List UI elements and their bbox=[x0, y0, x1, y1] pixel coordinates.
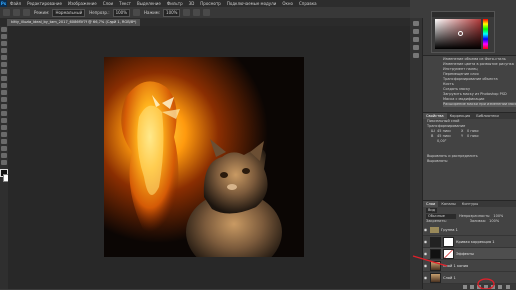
path-select-tool-icon[interactable] bbox=[1, 139, 7, 144]
brush-tool-icon[interactable] bbox=[3, 9, 10, 16]
eraser-tool-icon[interactable] bbox=[1, 97, 7, 102]
layer-row-group[interactable]: ◉ Группа 1 bbox=[423, 224, 516, 236]
menu-select[interactable]: Выделение bbox=[134, 0, 164, 7]
type-tool-icon[interactable] bbox=[1, 132, 7, 137]
healing-tool-icon[interactable] bbox=[1, 69, 7, 74]
history-panel: Изменение объема из Фото-стиль Изменение… bbox=[423, 55, 516, 113]
document-tab[interactable]: kitty_illuzia_ideal_by_tam_2017_6086f5f7… bbox=[7, 19, 141, 26]
properties-panel: Свойства Коррекция Библиотеки Пиксельный… bbox=[423, 112, 516, 201]
history-item-selected[interactable]: Расширение маски при изменении маски bbox=[443, 102, 516, 107]
eye-icon[interactable]: ◉ bbox=[423, 227, 428, 232]
eyedropper-tool-icon[interactable] bbox=[1, 62, 7, 67]
flow-input[interactable]: 100% bbox=[163, 8, 181, 17]
red-annotation-overlay bbox=[412, 255, 495, 289]
shape-tool-icon[interactable] bbox=[1, 146, 7, 151]
blur-tool-icon[interactable] bbox=[1, 111, 7, 116]
annotation-circle bbox=[477, 278, 495, 289]
opacity-label: Непрозр.: bbox=[89, 10, 110, 15]
menu-3d[interactable]: 3D bbox=[186, 0, 198, 7]
layer-filter-select[interactable]: Вид bbox=[426, 208, 438, 213]
lock-label: Закрепить: bbox=[426, 219, 447, 223]
color-picker-handle[interactable] bbox=[458, 31, 463, 36]
marquee-tool-icon[interactable] bbox=[1, 34, 7, 39]
layer-name: Группа 1 bbox=[441, 227, 458, 232]
properties-panel-icon[interactable] bbox=[413, 29, 419, 34]
hue-slider[interactable] bbox=[483, 19, 488, 49]
tab-layers[interactable]: Слои bbox=[423, 201, 439, 207]
libraries-panel-icon[interactable] bbox=[413, 45, 419, 50]
angle-input[interactable]: 0,00° bbox=[423, 139, 516, 144]
annotation-arrow bbox=[412, 255, 448, 267]
menu-plugins[interactable]: Подключаемые модули bbox=[224, 0, 280, 7]
menu-file[interactable]: Файл bbox=[7, 0, 24, 7]
folder-icon bbox=[430, 226, 439, 233]
pressure-opacity-icon[interactable] bbox=[133, 9, 140, 16]
gradient-tool-icon[interactable] bbox=[1, 104, 7, 109]
symmetry-icon[interactable] bbox=[203, 9, 211, 16]
lasso-tool-icon[interactable] bbox=[1, 41, 7, 46]
menu-type[interactable]: Текст bbox=[116, 0, 134, 7]
brush-preset-icon[interactable] bbox=[13, 9, 20, 16]
mode-label: Режим: bbox=[34, 10, 50, 15]
y-input[interactable]: 0 пикс bbox=[467, 134, 479, 139]
brush-tool-icon[interactable] bbox=[1, 76, 7, 81]
menu-layer[interactable]: Слои bbox=[100, 0, 116, 7]
move-tool-icon[interactable] bbox=[1, 27, 7, 32]
artwork-kitten-fire-butterfly bbox=[104, 57, 304, 257]
fill-input[interactable]: 100% bbox=[489, 219, 499, 224]
menu-window[interactable]: Окно bbox=[279, 0, 296, 7]
crop-tool-icon[interactable] bbox=[1, 55, 7, 60]
menu-image[interactable]: Изображение bbox=[65, 0, 100, 7]
tab-channels[interactable]: Каналы bbox=[438, 201, 458, 207]
swatches-panel-icon[interactable] bbox=[413, 53, 419, 58]
tools-panel bbox=[0, 26, 11, 289]
photoshop-logo: Ps bbox=[0, 0, 7, 7]
align-label: Выровнять: bbox=[427, 159, 449, 163]
history-brush-tool-icon[interactable] bbox=[1, 90, 7, 95]
opacity-input[interactable]: 100% bbox=[112, 8, 130, 17]
color-panel-header bbox=[432, 12, 494, 17]
history-panel-icon[interactable] bbox=[413, 21, 419, 26]
smoothing-icon[interactable] bbox=[193, 9, 201, 16]
adjustments-panel-icon[interactable] bbox=[413, 37, 419, 42]
menu-view[interactable]: Просмотр bbox=[197, 0, 224, 7]
menu-help[interactable]: Справка bbox=[296, 0, 320, 7]
tab-paths[interactable]: Контуры bbox=[459, 201, 481, 207]
airbrush-icon[interactable] bbox=[183, 9, 191, 16]
quick-select-tool-icon[interactable] bbox=[1, 48, 7, 53]
brush-settings-icon[interactable] bbox=[23, 9, 30, 16]
fill-label: Заливка: bbox=[469, 219, 487, 223]
flow-label: Нажим: bbox=[144, 10, 161, 15]
menu-edit[interactable]: Редактирование bbox=[24, 0, 65, 7]
menu-filter[interactable]: Фильтр bbox=[164, 0, 186, 7]
tab-libraries[interactable]: Библиотеки bbox=[473, 113, 502, 119]
close-tab-icon[interactable]: × bbox=[110, 19, 113, 26]
mode-select[interactable]: Нормальный bbox=[52, 8, 86, 17]
color-panel bbox=[431, 11, 495, 53]
pen-tool-icon[interactable] bbox=[1, 125, 7, 130]
hand-tool-icon[interactable] bbox=[1, 153, 7, 158]
dodge-tool-icon[interactable] bbox=[1, 118, 7, 123]
document-canvas[interactable] bbox=[104, 57, 304, 257]
zoom-tool-icon[interactable] bbox=[1, 160, 7, 165]
clone-stamp-tool-icon[interactable] bbox=[1, 83, 7, 88]
